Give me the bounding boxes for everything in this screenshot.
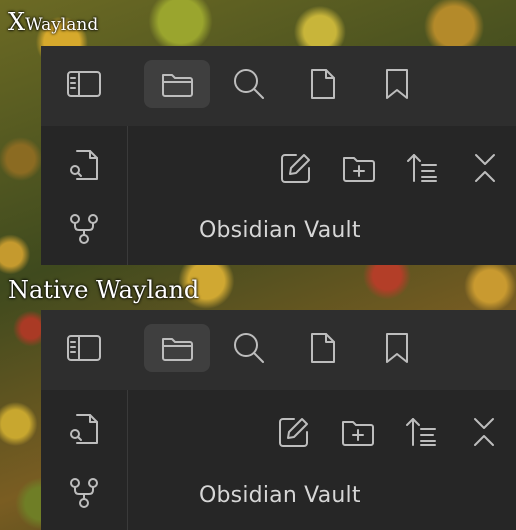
ribbon (41, 126, 128, 265)
tab-files[interactable] (144, 60, 210, 108)
folder-plus-icon (342, 421, 374, 446)
bookmark-icon (386, 333, 408, 363)
sort-button[interactable] (402, 148, 442, 188)
file-icon (311, 69, 335, 99)
graph-icon (70, 214, 98, 244)
caption-xwayland: XWayland (8, 8, 98, 36)
sort-ascending-icon (407, 154, 437, 182)
sort-button[interactable] (401, 412, 441, 452)
caption-x: X (8, 8, 26, 36)
file-search-icon (70, 150, 98, 180)
edit-icon (281, 154, 310, 183)
tab-bookmarks[interactable] (364, 60, 430, 108)
tab-search[interactable] (216, 60, 282, 108)
new-note-button[interactable] (274, 412, 314, 452)
folder-icon (162, 74, 193, 97)
file-search-icon (70, 414, 98, 444)
new-folder-button[interactable] (338, 412, 378, 452)
search-icon (234, 333, 264, 363)
collapse-icon (475, 154, 495, 182)
search-icon (234, 69, 264, 99)
sidebar-icon (67, 71, 101, 97)
tab-files[interactable] (144, 324, 210, 372)
sidebar-tab-bar (41, 310, 516, 390)
sidebar-tab-bar (41, 46, 516, 126)
tab-bookmarks[interactable] (364, 324, 430, 372)
obsidian-panel-native-wayland: Obsidian Vault (41, 310, 516, 530)
folder-icon (162, 338, 193, 361)
vault-title[interactable]: Obsidian Vault (199, 218, 361, 243)
caption-wayland: Wayland (25, 15, 99, 35)
tab-file[interactable] (290, 60, 356, 108)
quick-switcher-button[interactable] (67, 148, 101, 182)
new-note-button[interactable] (276, 148, 316, 188)
vault-title[interactable]: Obsidian Vault (199, 483, 361, 508)
quick-switcher-button[interactable] (67, 412, 101, 446)
sidebar-icon (67, 335, 101, 361)
caption-native-wayland: Native Wayland (8, 276, 200, 304)
sidebar-toggle-button[interactable] (51, 60, 117, 108)
new-folder-button[interactable] (339, 148, 379, 188)
tab-search[interactable] (216, 324, 282, 372)
graph-view-button[interactable] (67, 212, 101, 246)
sidebar-toggle-button[interactable] (51, 324, 117, 372)
edit-icon (279, 418, 308, 447)
folder-plus-icon (343, 157, 375, 182)
collapse-icon (474, 418, 494, 446)
file-icon (311, 333, 335, 363)
graph-view-button[interactable] (67, 476, 101, 510)
graph-icon (70, 478, 98, 508)
collapse-all-button[interactable] (465, 148, 505, 188)
obsidian-panel-xwayland: Obsidian Vault (41, 46, 516, 265)
sort-ascending-icon (406, 418, 436, 446)
ribbon (41, 390, 128, 530)
collapse-all-button[interactable] (464, 412, 504, 452)
tab-file[interactable] (290, 324, 356, 372)
bookmark-icon (386, 69, 408, 99)
